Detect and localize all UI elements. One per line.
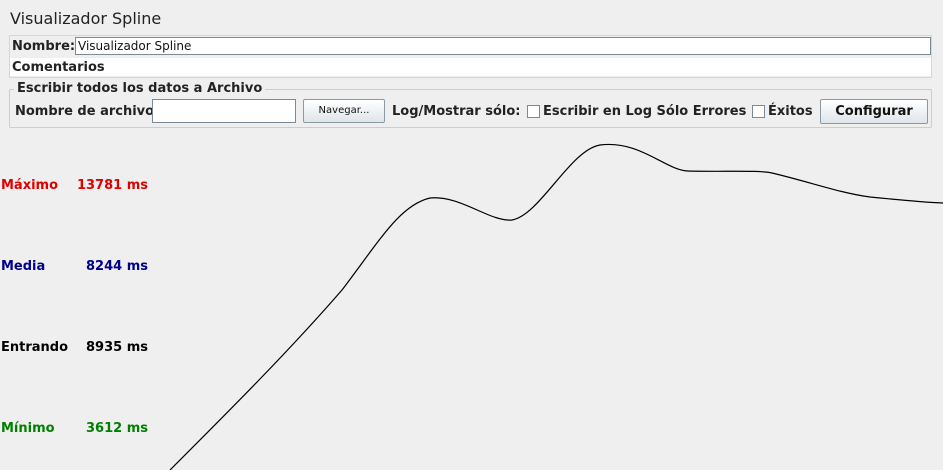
spline-curve xyxy=(169,143,943,470)
spline-graph xyxy=(169,143,943,470)
spline-visualizer-window: Visualizador Spline Nombre: Visualizador… xyxy=(0,0,943,470)
